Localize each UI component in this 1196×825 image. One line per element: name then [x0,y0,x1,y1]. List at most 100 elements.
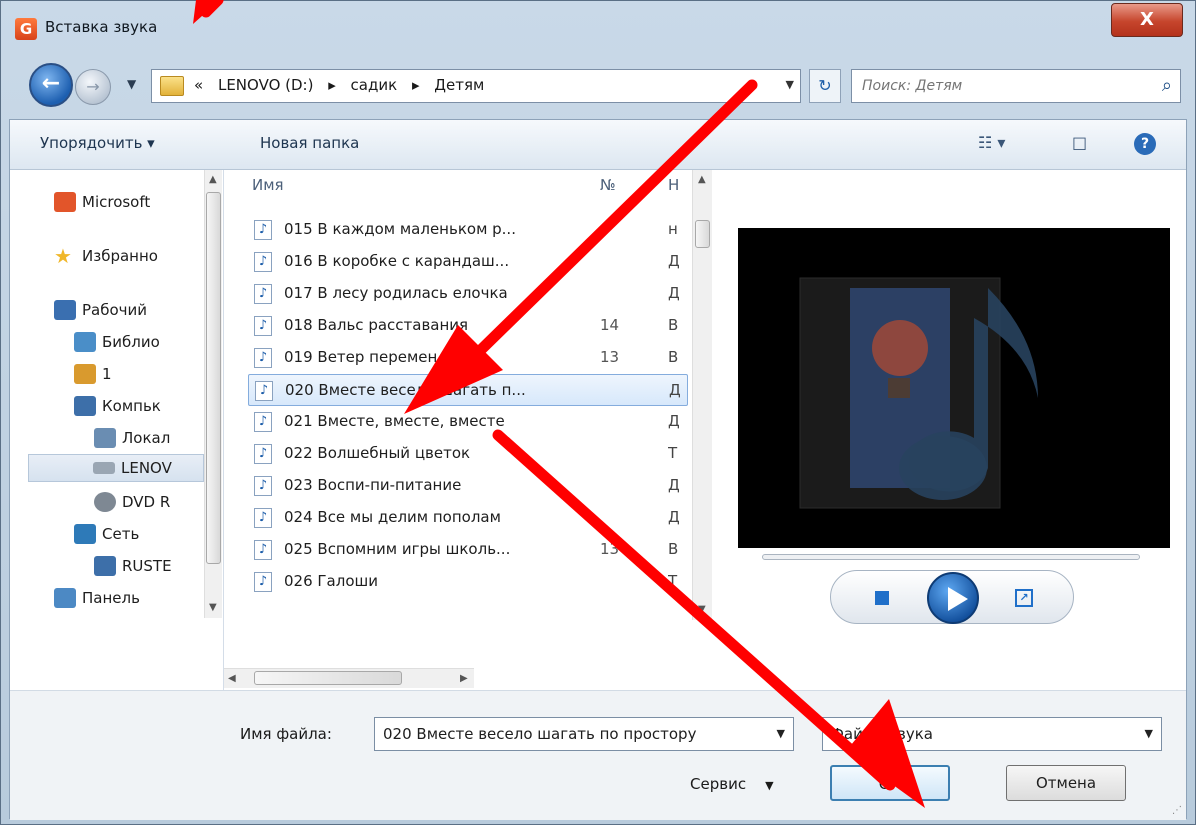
nav-item-dvd[interactable]: DVD R [94,488,170,516]
filetype-value[interactable]: Файлы звука [831,725,933,743]
breadcrumb-drive[interactable]: LENOVO (D:) [218,76,313,94]
file-row[interactable]: ♪ 018 Вальс расставания 14 В [248,310,688,342]
organize-button[interactable]: Упорядочить ▾ [40,134,155,152]
preview-pane: ↗ [722,170,1186,690]
back-button[interactable]: ← [29,63,73,107]
nav-item-control-panel[interactable]: Панель [54,584,140,612]
views-icon[interactable]: ☷ ▾ [978,133,1005,152]
address-box[interactable]: « LENOVO (D:) ▸ садик ▸ Детям ▼ [151,69,801,103]
nav-item-label: Рабочий [82,301,148,319]
history-dropdown-icon[interactable]: ▼ [127,77,136,91]
column-header-name[interactable]: Имя [252,176,284,194]
scroll-up-icon[interactable]: ▲ [698,174,706,185]
nav-scroll-thumb[interactable] [206,192,221,564]
chevron-down-icon[interactable]: ▼ [1145,727,1153,740]
file-row[interactable]: ♪ 017 В лесу родилась елочка Д [248,278,688,310]
file-name: 019 Ветер перемен [284,348,438,366]
play-button[interactable] [927,572,979,624]
resize-grip-icon[interactable]: ⋰ [1172,805,1182,816]
file-row[interactable]: ♪ 023 Воспи-пи-питание Д [248,470,688,502]
cancel-button[interactable]: Отмена [1006,765,1126,801]
file-row[interactable]: ♪ 021 Вместе, вместе, вместе Д [248,406,688,438]
breadcrumb-folder-sadik[interactable]: садик [351,76,398,94]
nav-item-ruste[interactable]: RUSTE [94,552,172,580]
scroll-down-icon[interactable]: ▼ [698,604,706,615]
file-row[interactable]: ♪ 020 Вместе весело шагать п... Д [248,374,688,406]
filetype-select[interactable]: Файлы звука ▼ [822,717,1162,751]
preview-pane-icon[interactable]: □ [1072,133,1087,152]
forward-button[interactable]: → [75,69,111,105]
nav-item-lenovo[interactable]: LENOV [28,454,204,482]
file-row[interactable]: ♪ 015 В каждом маленьком р... н [248,214,688,246]
column-header-h[interactable]: Н [668,176,679,194]
scroll-right-icon[interactable]: ▶ [460,673,468,684]
scroll-up-icon[interactable]: ▲ [209,174,217,185]
nav-item-label: Локал [122,429,171,447]
horizontal-scroll-thumb[interactable] [254,671,402,685]
computer-icon [94,556,116,576]
new-folder-button[interactable]: Новая папка [260,134,359,152]
nav-item-desktop[interactable]: Рабочий [54,296,147,324]
nav-scrollbar[interactable]: ▲ ▼ [204,170,222,618]
address-bar-row: ← → ▼ « LENOVO (D:) ▸ садик ▸ Детям ▼ ↻ … [29,61,1187,111]
file-scrollbar[interactable]: ▲ ▼ [692,170,712,620]
breadcrumb-overflow[interactable]: « [194,76,203,94]
horizontal-scrollbar[interactable]: ◀ ▶ [224,668,474,688]
stop-icon[interactable] [875,591,889,605]
dialog-content: Упорядочить ▾ Новая папка ☷ ▾ □ ? Micros… [9,119,1187,820]
chevron-down-icon[interactable]: ▼ [765,779,773,792]
drive-icon [93,462,115,474]
nav-item-computer[interactable]: Компьк [74,392,161,420]
search-input[interactable] [862,76,1132,96]
breadcrumb-separator[interactable]: ▸ [328,76,336,94]
audio-file-icon: ♪ [254,540,272,560]
close-button[interactable]: X [1111,3,1183,37]
file-row[interactable]: ♪ 019 Ветер перемен 13 В [248,342,688,374]
network-icon [74,524,96,544]
chevron-down-icon[interactable]: ▼ [777,727,785,740]
file-scroll-thumb[interactable] [695,220,710,248]
file-row[interactable]: ♪ 025 Вспомним игры школь... 13 В [248,534,688,566]
media-preview [738,228,1170,548]
file-name: 021 Вместе, вместе, вместе [284,412,505,430]
filename-value[interactable]: 020 Вместе весело шагать по простору [383,725,696,743]
help-icon[interactable]: ? [1134,133,1156,155]
nav-item-libraries[interactable]: Библио [74,328,160,356]
nav-item-favorites[interactable]: ★ Избранно [54,242,158,270]
file-name: 022 Волшебный цветок [284,444,471,462]
ok-button[interactable]: ОК [830,765,950,801]
powerpoint-app-icon: G [15,18,37,40]
nav-item-network[interactable]: Сеть [74,520,139,548]
file-row[interactable]: ♪ 016 В коробке с карандаш... Д [248,246,688,278]
file-number: 14 [600,316,620,334]
file-name: 023 Воспи-пи-питание [284,476,462,494]
file-extra: н [668,220,678,238]
filename-field[interactable]: 020 Вместе весело шагать по простору ▼ [374,717,794,751]
breadcrumb[interactable]: « LENOVO (D:) ▸ садик ▸ Детям [194,76,494,94]
library-icon [74,332,96,352]
navigation-pane: Microsoft ★ Избранно Рабочий Библио 1 Ко… [10,170,224,690]
title-bar[interactable]: G Вставка звука X [1,1,1195,59]
scroll-left-icon[interactable]: ◀ [228,673,236,684]
file-row[interactable]: ♪ 026 Галоши Т [248,566,688,598]
search-box[interactable]: ⌕ [851,69,1181,103]
service-label: Сервис [690,775,747,793]
file-extra: Д [668,252,680,270]
file-number: 13 [600,348,620,366]
refresh-button[interactable]: ↻ [809,69,841,103]
breadcrumb-separator[interactable]: ▸ [412,76,420,94]
column-header-number[interactable]: № [600,176,616,194]
service-button[interactable]: Сервис ▼ [690,775,774,793]
breadcrumb-folder-detyam[interactable]: Детям [434,76,484,94]
file-row[interactable]: ♪ 022 Волшебный цветок Т [248,438,688,470]
seek-bar[interactable] [762,554,1140,560]
address-dropdown-icon[interactable]: ▼ [786,78,794,91]
nav-item-user[interactable]: 1 [74,360,112,388]
nav-item-local-disk[interactable]: Локал [94,424,170,452]
dvd-icon [94,492,116,512]
open-player-icon[interactable]: ↗ [1015,589,1033,607]
scroll-down-icon[interactable]: ▼ [209,602,217,613]
nav-item-microsoft[interactable]: Microsoft [54,188,150,216]
file-row[interactable]: ♪ 024 Все мы делим пополам Д [248,502,688,534]
search-icon[interactable]: ⌕ [1162,75,1172,96]
